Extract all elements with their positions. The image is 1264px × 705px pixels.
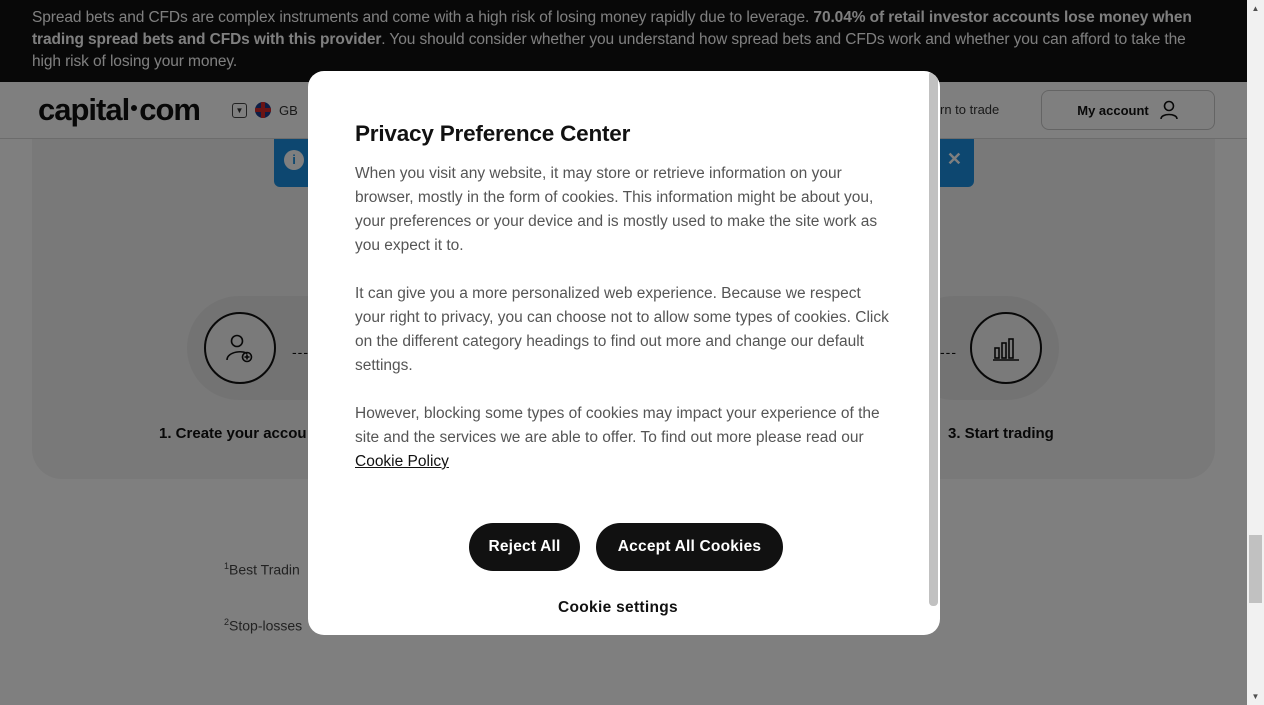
scrollbar-thumb[interactable] — [1249, 535, 1262, 603]
cookie-policy-link[interactable]: Cookie Policy — [355, 453, 449, 470]
window-scrollbar[interactable]: ▲ ▼ — [1247, 0, 1264, 705]
modal-paragraph-3: However, blocking some types of cookies … — [355, 405, 880, 470]
privacy-preference-dialog: Privacy Preference Center When you visit… — [308, 71, 940, 635]
modal-scrollbar[interactable] — [929, 71, 938, 606]
scroll-up-arrow-icon[interactable]: ▲ — [1247, 0, 1264, 17]
accept-all-cookies-button[interactable]: Accept All Cookies — [596, 523, 783, 571]
reject-all-button[interactable]: Reject All — [469, 523, 580, 571]
modal-paragraph-1: When you visit any website, it may store… — [355, 165, 878, 254]
cookie-settings-button[interactable]: Cookie settings — [308, 599, 928, 617]
modal-title: Privacy Preference Center — [355, 121, 631, 146]
modal-paragraph-2: It can give you a more personalized web … — [355, 285, 889, 374]
scroll-down-arrow-icon[interactable]: ▼ — [1247, 688, 1264, 705]
